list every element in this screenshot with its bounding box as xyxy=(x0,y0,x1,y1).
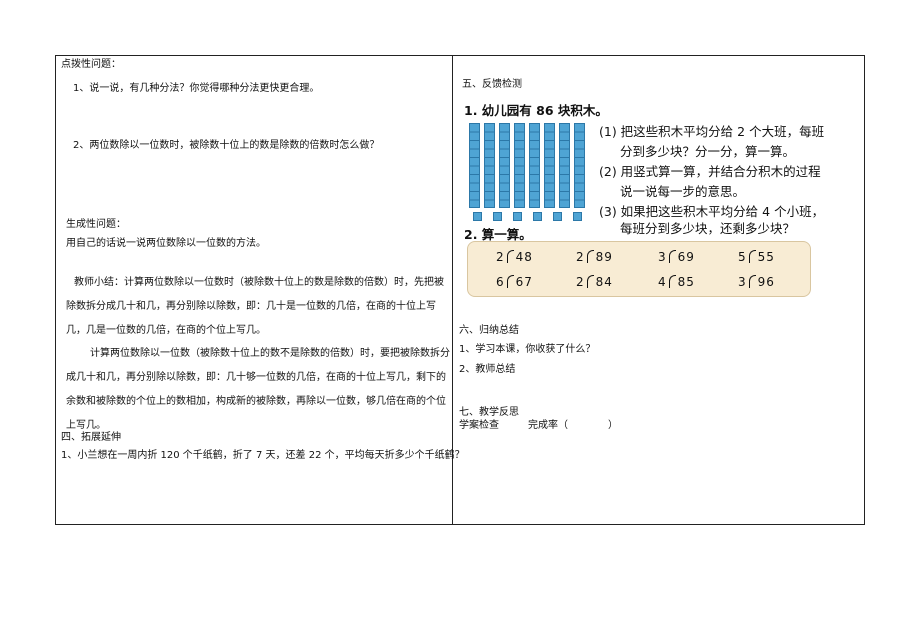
feedback-heading: 五、反馈检测 xyxy=(462,79,522,90)
exercise-q1-line1: (1) 把这些积木平均分给 2 个大班，每班 xyxy=(599,124,825,139)
extend-question-1: 1、小兰想在一周内折 120 个千纸鹤，折了 7 天，还差 22 个，平均每天折… xyxy=(61,450,465,461)
unit-cube xyxy=(493,212,502,221)
ten-block xyxy=(559,123,570,208)
summary-question-2: 2、教师总结 xyxy=(459,364,516,375)
exercise-q2-line2: 说一说每一步的意思。 xyxy=(620,184,746,199)
exercise-q2-line1: (2) 用竖式算一算，并结合分积木的过程 xyxy=(599,164,821,179)
completion-rate-close: ） xyxy=(608,420,618,431)
extend-heading: 四、拓展延伸 xyxy=(61,432,121,443)
ten-block xyxy=(514,123,525,208)
division-problem: 3 69 xyxy=(658,250,695,264)
unit-cube xyxy=(533,212,542,221)
division-box: 2 48 2 89 3 69 5 55 6 67 2 84 4 85 3 96 xyxy=(467,241,811,297)
exercise-image: 1. 幼儿园有 86 块积木。 (1) 把这些积木平均分给 2 个大班，每班 分… xyxy=(463,96,824,298)
division-problem: 3 96 xyxy=(738,275,775,289)
generative-questions-heading: 生成性问题： xyxy=(66,219,126,230)
teacher-summary-1: 教师小结：计算两位数除以一位数时（被除数十位上的数是除数的倍数）时，先把被除数拆… xyxy=(66,277,444,336)
worksheet-check-label: 学案检查 xyxy=(459,420,499,431)
exercise-title: 1. 幼儿园有 86 块积木。 xyxy=(464,103,608,118)
exercise-q3-line2: 每班分到多少块，还剩多少块？ xyxy=(620,221,796,236)
ten-block xyxy=(574,123,585,208)
reflection-heading: 七、教学反思 xyxy=(459,407,519,418)
teacher-summary-2: 计算两位数除以一位数（被除数十位上的数不是除数的倍数）时，要把被除数拆分成几十和… xyxy=(66,348,450,431)
summary-heading: 六、归纳总结 xyxy=(459,325,519,336)
unit-cube xyxy=(513,212,522,221)
hint-question-1: 1、说一说，有几种分法？你觉得哪种分法更快更合理。 xyxy=(73,83,320,94)
unit-cube xyxy=(573,212,582,221)
division-problem: 5 55 xyxy=(738,250,775,264)
division-problem: 2 48 xyxy=(496,250,533,264)
division-problem: 2 89 xyxy=(576,250,613,264)
generative-question-text: 用自己的话说一说两位数除以一位数的方法。 xyxy=(66,238,266,249)
ten-block xyxy=(469,123,480,208)
unit-cube xyxy=(553,212,562,221)
division-problem: 6 67 xyxy=(496,275,533,289)
division-problem: 2 84 xyxy=(576,275,613,289)
ten-block xyxy=(499,123,510,208)
unit-cube xyxy=(473,212,482,221)
ten-block xyxy=(484,123,495,208)
completion-rate-label: 完成率（ xyxy=(528,420,568,431)
ten-block xyxy=(544,123,555,208)
ten-block xyxy=(529,123,540,208)
hint-questions-heading: 点拨性问题： xyxy=(61,59,121,70)
division-problem: 4 85 xyxy=(658,275,695,289)
hint-question-2: 2、两位数除以一位数时，被除数十位上的数是除数的倍数时怎么做？ xyxy=(73,140,380,151)
summary-question-1: 1、学习本课，你收获了什么？ xyxy=(459,344,596,355)
exercise-q1-line2: 分到多少块？分一分，算一算。 xyxy=(620,144,796,159)
